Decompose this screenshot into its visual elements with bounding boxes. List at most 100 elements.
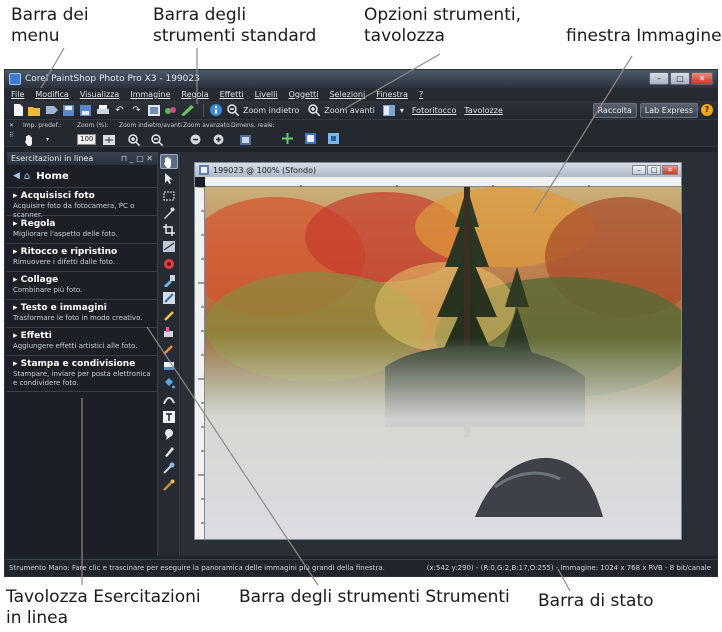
section-title-text: Regola <box>20 219 56 229</box>
new-file-icon[interactable] <box>11 104 24 117</box>
selection-tool-icon[interactable] <box>160 188 178 203</box>
info-icon[interactable] <box>209 104 222 117</box>
dropper-tool-icon[interactable] <box>160 205 178 220</box>
zoom-out-icon[interactable] <box>226 104 239 117</box>
presets-dropdown[interactable]: ▾ <box>46 136 49 144</box>
lab-express-button[interactable]: Lab Express <box>639 102 698 118</box>
menu-immagine[interactable]: Immagine <box>130 89 170 101</box>
layout-dropdown[interactable]: ▾ <box>400 106 404 115</box>
menu-visualizza[interactable]: Visualizza <box>80 89 119 101</box>
warp-brush-icon[interactable] <box>160 460 178 475</box>
close-button[interactable]: ✕ <box>691 72 713 85</box>
lake-forest-photo <box>205 187 681 539</box>
status-bar: Strumento Mano: Fare clic e trascinare p… <box>5 559 717 576</box>
help-icon[interactable]: ? <box>701 104 713 116</box>
fit-window-icon[interactable] <box>281 132 294 145</box>
section-adjust[interactable]: ▸ Regola Migliorare l'aspetto delle foto… <box>7 216 157 244</box>
callout-image-window: finestra Immagine <box>566 26 722 46</box>
status-message: Strumento Mano: Fare clic e trascinare p… <box>9 564 385 572</box>
options-grip[interactable]: ⠿ <box>9 132 14 140</box>
menu-finestra[interactable]: Finestra <box>376 89 408 101</box>
section-title-text: Collage <box>20 275 59 285</box>
straighten-tool-icon[interactable] <box>160 239 178 254</box>
image-window-title-bar[interactable]: 199023 @ 100% (Sfondo) – □ ✕ <box>195 163 681 177</box>
save-icon[interactable] <box>62 104 75 117</box>
pick-tool-icon[interactable] <box>160 171 178 186</box>
zoom-out-button[interactable]: Zoom indietro <box>243 106 299 115</box>
zoom-pct-label: Zoom (%): <box>77 122 109 129</box>
red-eye-tool-icon[interactable] <box>160 256 178 271</box>
menu-help[interactable]: ? <box>419 89 423 101</box>
zoom-stepper-icon[interactable] <box>102 133 115 146</box>
art-media-icon[interactable] <box>160 477 178 492</box>
crop-image-icon[interactable] <box>147 104 160 117</box>
zoom-out-option-icon[interactable] <box>150 133 163 146</box>
palette-controls[interactable]: ⊓ _ □ ✕ <box>121 154 157 163</box>
palettes-menu[interactable]: Tavolozze <box>464 106 503 115</box>
print-icon[interactable] <box>96 104 109 117</box>
browse-icon[interactable] <box>45 104 58 117</box>
back-arrow-icon[interactable]: ◀ <box>13 171 20 181</box>
photo-canvas[interactable] <box>205 187 681 539</box>
undo-icon[interactable]: ↶ <box>113 104 126 117</box>
menu-livelli[interactable]: Livelli <box>255 89 278 101</box>
fit-image-icon[interactable] <box>304 132 317 145</box>
minimize-button[interactable]: – <box>649 72 669 85</box>
image-maximize-button[interactable]: □ <box>647 165 661 175</box>
section-retouch[interactable]: ▸ Ritocco e ripristino Rimuovere i difet… <box>7 244 157 272</box>
menu-effetti[interactable]: Effetti <box>220 89 244 101</box>
layout-icon[interactable] <box>383 104 396 117</box>
section-text-graphics[interactable]: ▸ Testo e immagini Trasformare le foto i… <box>7 300 157 328</box>
crop-tool-icon[interactable] <box>160 222 178 237</box>
clone-brush-icon[interactable] <box>160 273 178 288</box>
picture-tube-icon[interactable] <box>160 392 178 407</box>
zoom-pct-input[interactable]: 100 <box>77 134 97 145</box>
preset-shape-icon[interactable] <box>160 426 178 441</box>
organizer-button[interactable]: Raccolta <box>592 102 637 118</box>
menu-modifica[interactable]: Modifica <box>35 89 68 101</box>
paint-brush-icon[interactable] <box>160 341 178 356</box>
pan-hand-icon[interactable] <box>23 133 36 146</box>
menu-oggetti[interactable]: Oggetti <box>289 89 319 101</box>
section-acquire[interactable]: ▸ Acquisisci foto Acquisire foto da foto… <box>7 188 157 219</box>
pen-tool-icon[interactable] <box>160 443 178 458</box>
section-title: ▸ Effetti <box>13 331 52 341</box>
menu-selezioni[interactable]: Selezioni <box>329 89 365 101</box>
image-close-button[interactable]: ✕ <box>662 165 678 175</box>
home-icon[interactable]: ⌂ <box>24 171 30 182</box>
image-window-title: 199023 @ 100% (Sfondo) <box>213 165 317 175</box>
close-options-icon[interactable]: ✕ <box>9 122 14 130</box>
redo-icon[interactable]: ↷ <box>130 104 143 117</box>
zoom-in-button[interactable]: Zoom avanti <box>324 106 375 115</box>
open-folder-icon[interactable] <box>28 104 41 117</box>
smudge-tool-icon[interactable] <box>160 324 178 339</box>
section-effects[interactable]: ▸ Effetti Aggiungere effetti artistici a… <box>7 328 157 356</box>
eraser-tool-icon[interactable] <box>160 358 178 373</box>
image-minimize-button[interactable]: – <box>632 165 646 175</box>
flood-fill-icon[interactable] <box>160 375 178 390</box>
actual-size-icon[interactable] <box>239 133 252 146</box>
scratch-remover-icon[interactable] <box>160 290 178 305</box>
smart-fix-icon[interactable] <box>181 104 194 117</box>
menu-file[interactable]: File <box>11 89 24 101</box>
pan-tool-icon[interactable] <box>159 154 178 169</box>
retouch-menu[interactable]: Fotoritocco <box>412 106 456 115</box>
home-link[interactable]: ◀ ⌂ Home <box>7 165 157 188</box>
one-step-fix-icon[interactable] <box>164 104 177 117</box>
zoom-more-plus-icon[interactable] <box>212 133 225 146</box>
zoom-in-option-icon[interactable] <box>127 133 140 146</box>
section-desc: Combinare più foto. <box>13 286 83 294</box>
zoom-more-minus-icon[interactable] <box>189 133 202 146</box>
text-tool-icon[interactable] <box>160 409 178 424</box>
maximize-button[interactable]: □ <box>670 72 690 85</box>
save-as-icon[interactable] <box>79 104 92 117</box>
vertical-ruler <box>195 186 205 539</box>
menu-regola[interactable]: Regola <box>181 89 208 101</box>
callout-menu-bar: Barra dei menu <box>11 5 89 46</box>
dodge-tool-icon[interactable] <box>160 307 178 322</box>
zoom-in-icon[interactable] <box>307 104 320 117</box>
section-desc: Aggiungere effetti artistici alle foto. <box>13 342 138 350</box>
section-print-share[interactable]: ▸ Stampa e condivisione Stampare, inviar… <box>7 356 157 392</box>
fill-window-icon[interactable] <box>327 132 340 145</box>
section-collage[interactable]: ▸ Collage Combinare più foto. <box>7 272 157 300</box>
